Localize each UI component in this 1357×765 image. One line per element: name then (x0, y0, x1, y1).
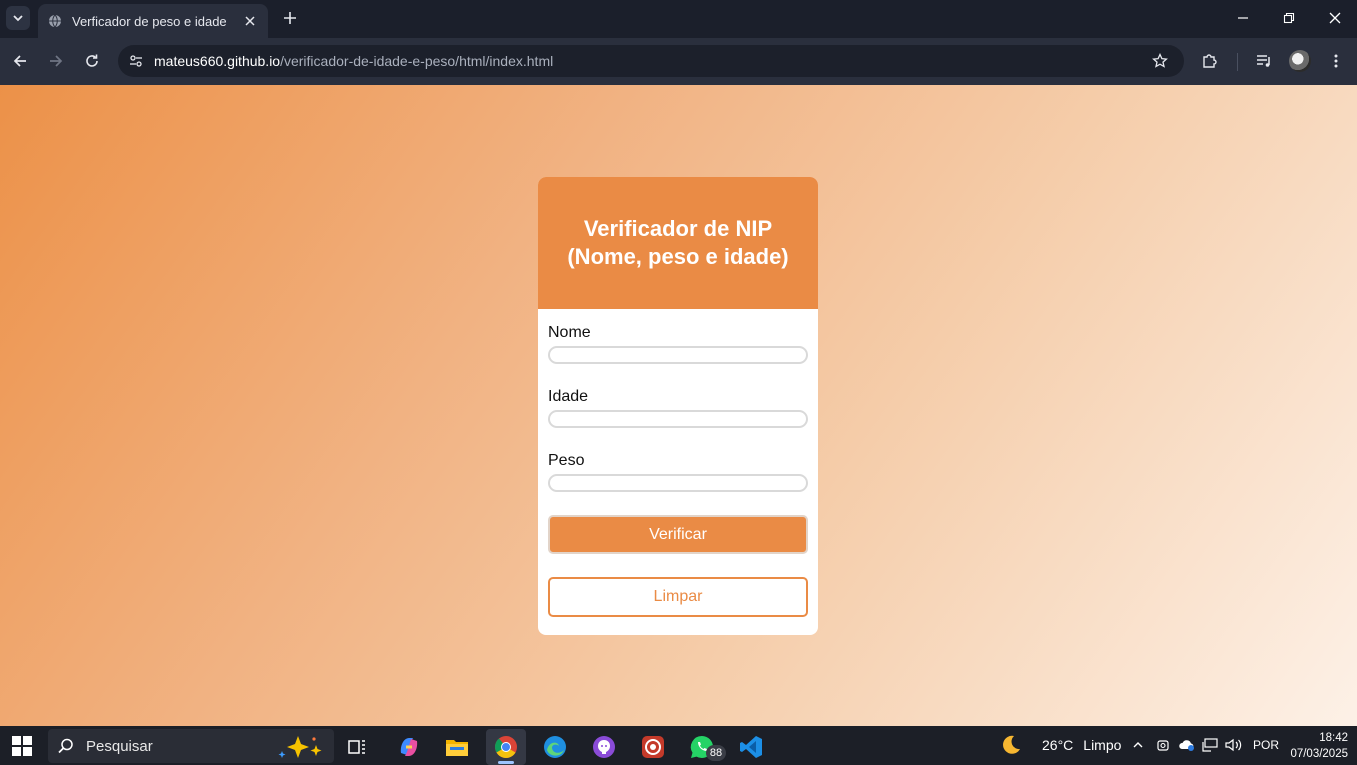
restore-button[interactable] (1279, 8, 1299, 28)
tray-meet-now[interactable] (1154, 736, 1172, 754)
taskbar-app-vscode[interactable] (731, 729, 771, 765)
site-info-icon[interactable] (126, 51, 146, 71)
profile-avatar[interactable] (1289, 50, 1311, 72)
record-icon (642, 736, 664, 758)
search-icon (56, 736, 76, 756)
forward-button[interactable] (45, 50, 67, 72)
extensions-button[interactable] (1199, 50, 1221, 72)
arrow-right-icon (50, 55, 63, 67)
taskbar-app-chrome[interactable] (486, 729, 526, 765)
github-icon (593, 736, 615, 758)
speaker-icon (1225, 738, 1242, 752)
chrome-icon (495, 736, 517, 758)
new-tab-button[interactable] (280, 8, 300, 28)
weight-input[interactable] (548, 474, 808, 492)
reload-icon (86, 54, 98, 67)
taskbar-app-github-desktop[interactable] (584, 729, 624, 765)
weather-widget[interactable]: 26°C Limpo (1000, 734, 1121, 756)
browser-menu-button[interactable] (1325, 50, 1347, 72)
taskbar-search[interactable]: Pesquisar (48, 729, 334, 763)
close-icon (1329, 12, 1341, 24)
close-tab-icon[interactable] (242, 13, 258, 29)
minimize-icon (1238, 17, 1248, 19)
age-label: Idade (548, 388, 589, 405)
task-view-icon (348, 740, 365, 754)
windows-logo-tile (23, 736, 32, 745)
browser-tab[interactable]: Verficador de peso e idade (38, 4, 268, 38)
taskbar-app-edge[interactable] (535, 729, 575, 765)
tray-volume[interactable] (1225, 736, 1243, 754)
whatsapp-unread-badge: 88 (706, 745, 726, 761)
age-field-group: Idade (548, 387, 808, 428)
clock-time: 18:42 (1319, 732, 1348, 744)
chevron-up-icon (1133, 742, 1143, 748)
verify-button[interactable]: Verificar (548, 515, 808, 554)
tab-strip: Verficador de peso e idade (0, 0, 1357, 38)
plus-icon (284, 12, 296, 24)
taskbar: Pesquisar 26°C Limpo POR 18:42 07/03/202… (0, 726, 1357, 765)
chevron-down-icon (13, 15, 23, 22)
card-header: Verificador de NIP (Nome, peso e idade) (538, 177, 818, 309)
cloud-icon (1179, 740, 1194, 751)
url-text: mateus660.github.io/verificador-de-idade… (154, 53, 553, 69)
minimize-button[interactable] (1233, 8, 1253, 28)
address-bar[interactable]: mateus660.github.io/verificador-de-idade… (118, 45, 1184, 77)
vscode-icon (740, 736, 762, 758)
copilot-icon (400, 738, 418, 756)
bookmark-star-icon[interactable] (1150, 51, 1170, 71)
weather-condition: Limpo (1083, 737, 1122, 753)
windows-logo-tile (12, 736, 21, 745)
browser-toolbar: mateus660.github.io/verificador-de-idade… (0, 38, 1357, 85)
clear-button[interactable]: Limpar (548, 577, 808, 617)
tab-title: Verficador de peso e idade (72, 13, 227, 29)
toolbar-divider (1237, 53, 1238, 71)
input-language[interactable]: POR (1253, 738, 1279, 752)
arrow-left-icon (13, 55, 26, 67)
page-viewport: Verificador de NIP (Nome, peso e idade) … (0, 85, 1357, 726)
globe-icon (48, 14, 62, 28)
back-button[interactable] (9, 50, 31, 72)
puzzle-icon (1203, 54, 1217, 68)
windows-logo-tile (12, 747, 21, 756)
weight-label: Peso (548, 452, 585, 469)
clock-date: 07/03/2025 (1290, 748, 1348, 760)
close-window-button[interactable] (1325, 8, 1345, 28)
moon-icon (1000, 734, 1022, 756)
restore-icon (1283, 12, 1295, 24)
search-placeholder: Pesquisar (86, 737, 153, 755)
network-icon (1202, 738, 1218, 752)
taskbar-app-screen-recorder[interactable] (633, 729, 673, 765)
edge-icon (544, 736, 566, 758)
weather-temperature: 26°C (1042, 737, 1074, 753)
name-field-group: Nome (548, 323, 808, 364)
name-input[interactable] (548, 346, 808, 364)
camera-icon (1157, 740, 1169, 751)
folder-icon (446, 740, 468, 756)
taskbar-app-copilot[interactable] (389, 729, 429, 765)
reload-button[interactable] (81, 50, 103, 72)
url-path: /verificador-de-idade-e-peso/html/index.… (280, 53, 554, 69)
tray-onedrive[interactable] (1178, 736, 1196, 754)
name-label: Nome (548, 324, 591, 341)
system-clock[interactable]: 18:42 07/03/2025 (1286, 730, 1348, 762)
tab-search-button[interactable] (6, 6, 30, 30)
task-view-button[interactable] (337, 729, 377, 765)
url-host: mateus660.github.io (154, 53, 281, 69)
media-controls-button[interactable] (1253, 50, 1275, 72)
verifier-card: Verificador de NIP (Nome, peso e idade) … (538, 177, 818, 635)
age-input[interactable] (548, 410, 808, 428)
weight-field-group: Peso (548, 451, 808, 492)
taskbar-app-file-explorer[interactable] (437, 729, 477, 765)
windows-logo-tile (23, 747, 32, 756)
more-vertical-icon (1334, 54, 1338, 68)
start-button[interactable] (12, 736, 32, 756)
queue-music-icon (1257, 55, 1270, 67)
page-title: Verificador de NIP (Nome, peso e idade) (567, 216, 789, 269)
copilot-sparkles-icon (274, 731, 334, 761)
show-hidden-icons-button[interactable] (1129, 736, 1147, 754)
verifier-form: Nome Idade Peso Verificar Limpar (538, 309, 818, 617)
tray-network[interactable] (1201, 736, 1219, 754)
